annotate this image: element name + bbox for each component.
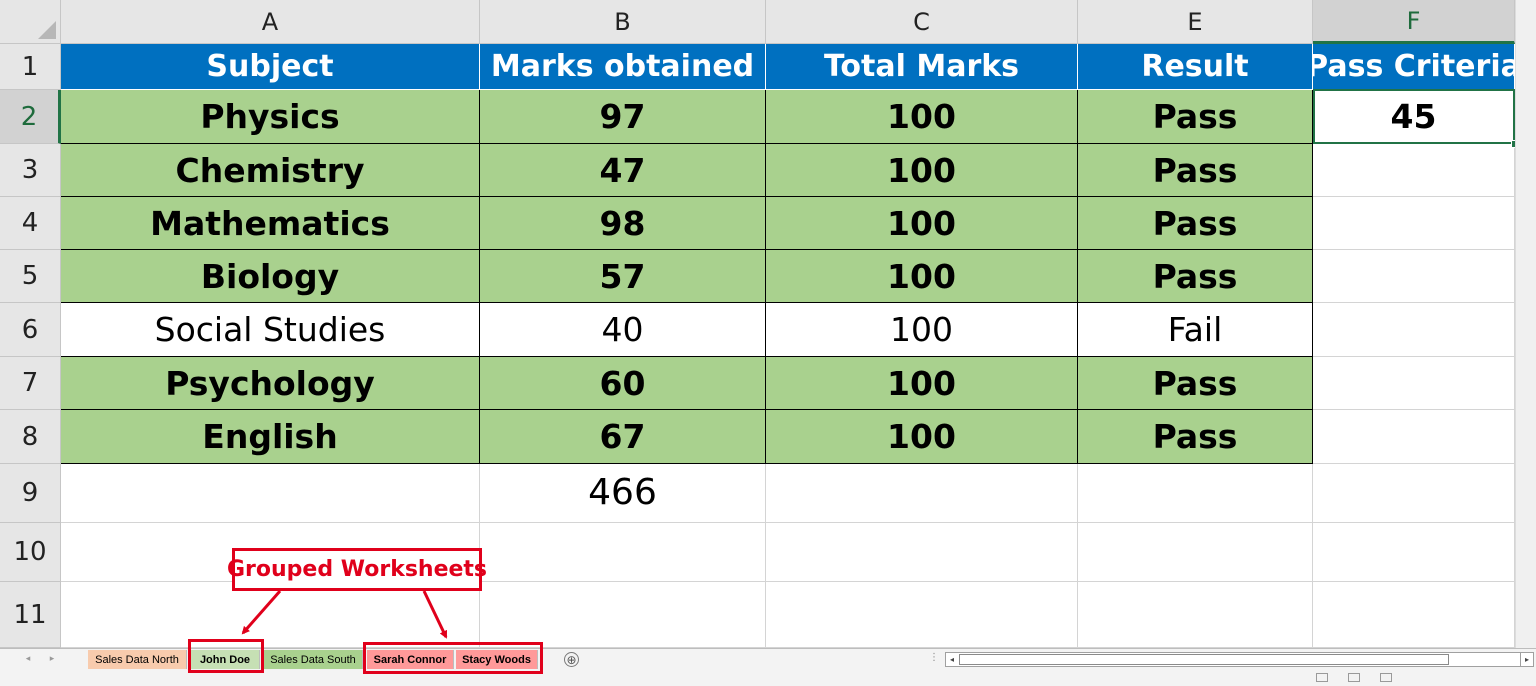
prev-sheet-icon[interactable]: ◂ — [20, 651, 36, 667]
row-header-6[interactable]: 6 — [0, 303, 61, 357]
cell-a3[interactable]: Chemistry — [61, 144, 480, 197]
cell-f4[interactable] — [1313, 197, 1515, 250]
cell-e4[interactable]: Pass — [1078, 197, 1313, 250]
cell-c5[interactable]: 100 — [766, 250, 1078, 303]
sheet-tab-sales-data-south[interactable]: Sales Data South — [264, 650, 363, 669]
cell-b6[interactable]: 40 — [480, 303, 766, 357]
cell-c6[interactable]: 100 — [766, 303, 1078, 357]
cell-b1-header-marks-obtained[interactable]: Marks obtained — [480, 44, 766, 90]
row-header-10[interactable]: 10 — [0, 523, 61, 582]
cell-f2-pass-criteria-value[interactable]: 45 — [1313, 90, 1515, 144]
cell-a4[interactable]: Mathematics — [61, 197, 480, 250]
cell-f3[interactable] — [1313, 144, 1515, 197]
cell-a6[interactable]: Social Studies — [61, 303, 480, 357]
cell-c1-header-total-marks[interactable]: Total Marks — [766, 44, 1078, 90]
row-header-8[interactable]: 8 — [0, 410, 61, 464]
cell-f8[interactable] — [1313, 410, 1515, 464]
cell-b10[interactable] — [480, 523, 766, 582]
column-header-c[interactable]: C — [766, 0, 1078, 44]
cell-a7[interactable]: Psychology — [61, 357, 480, 410]
cell-c3[interactable]: 100 — [766, 144, 1078, 197]
row-header-2[interactable]: 2 — [0, 90, 61, 144]
cell-e7[interactable]: Pass — [1078, 357, 1313, 410]
row-header-9[interactable]: 9 — [0, 464, 61, 523]
column-header-b[interactable]: B — [480, 0, 766, 44]
cell-f1-header-pass-criteria[interactable]: Pass Criteria — [1313, 44, 1515, 90]
cell-e5[interactable]: Pass — [1078, 250, 1313, 303]
cell-c2[interactable]: 100 — [766, 90, 1078, 144]
cell-e11[interactable] — [1078, 582, 1313, 648]
row-header-3[interactable]: 3 — [0, 144, 61, 197]
scroll-thumb[interactable] — [959, 654, 1449, 665]
normal-view-icon[interactable] — [1316, 673, 1328, 682]
cell-c4[interactable]: 100 — [766, 197, 1078, 250]
row-header-5[interactable]: 5 — [0, 250, 61, 303]
sheet-tab-sales-data-north[interactable]: Sales Data North — [88, 650, 187, 669]
cell-a8[interactable]: English — [61, 410, 480, 464]
scroll-right-icon[interactable]: ▸ — [1520, 653, 1533, 666]
row-header-7[interactable]: 7 — [0, 357, 61, 410]
cell-e10[interactable] — [1078, 523, 1313, 582]
cell-a2[interactable]: Physics — [61, 90, 480, 144]
cell-b2[interactable]: 97 — [480, 90, 766, 144]
cell-c9[interactable] — [766, 464, 1078, 523]
cell-c8[interactable]: 100 — [766, 410, 1078, 464]
column-header-a[interactable]: A — [61, 0, 480, 44]
row-header-1[interactable]: 1 — [0, 44, 61, 90]
select-all-corner[interactable] — [0, 0, 61, 44]
cell-e9[interactable] — [1078, 464, 1313, 523]
cell-c7[interactable]: 100 — [766, 357, 1078, 410]
cell-e8[interactable]: Pass — [1078, 410, 1313, 464]
next-sheet-icon[interactable]: ▸ — [44, 651, 60, 667]
annotation-box-grouped-tabs — [363, 642, 543, 674]
annotation-box-john-doe — [188, 639, 264, 673]
cell-a5[interactable]: Biology — [61, 250, 480, 303]
cell-b8[interactable]: 67 — [480, 410, 766, 464]
cell-c10[interactable] — [766, 523, 1078, 582]
select-all-triangle-icon — [38, 21, 56, 39]
cell-b5[interactable]: 57 — [480, 250, 766, 303]
page-layout-view-icon[interactable] — [1348, 673, 1360, 682]
cell-b4[interactable]: 98 — [480, 197, 766, 250]
row-header-4[interactable]: 4 — [0, 197, 61, 250]
spreadsheet-grid: A B C E F 1 2 3 4 5 6 7 8 9 10 11 Subjec… — [0, 0, 1536, 648]
cell-e2[interactable]: Pass — [1078, 90, 1313, 144]
scroll-left-icon[interactable]: ◂ — [946, 653, 958, 666]
horizontal-scrollbar[interactable]: ◂ ▸ — [945, 652, 1534, 667]
cell-f6[interactable] — [1313, 303, 1515, 357]
cell-b11[interactable] — [480, 582, 766, 648]
cell-f5[interactable] — [1313, 250, 1515, 303]
vertical-scrollbar[interactable] — [1515, 0, 1536, 648]
row-header-11[interactable]: 11 — [0, 582, 61, 648]
cell-b3[interactable]: 47 — [480, 144, 766, 197]
cell-f11[interactable] — [1313, 582, 1515, 648]
cell-f7[interactable] — [1313, 357, 1515, 410]
splitter-handle-icon[interactable]: ⋮ — [929, 652, 939, 663]
cell-e6[interactable]: Fail — [1078, 303, 1313, 357]
cell-a1-header-subject[interactable]: Subject — [61, 44, 480, 90]
cell-a11[interactable] — [61, 582, 480, 648]
cell-a9[interactable] — [61, 464, 480, 523]
cell-f9[interactable] — [1313, 464, 1515, 523]
annotation-label: Grouped Worksheets — [227, 548, 487, 591]
page-break-view-icon[interactable] — [1380, 673, 1392, 682]
cell-f10[interactable] — [1313, 523, 1515, 582]
cell-e3[interactable]: Pass — [1078, 144, 1313, 197]
add-sheet-icon[interactable]: ⊕ — [564, 652, 579, 667]
cell-b7[interactable]: 60 — [480, 357, 766, 410]
column-header-f[interactable]: F — [1313, 0, 1515, 44]
cell-c11[interactable] — [766, 582, 1078, 648]
cell-b9-sum[interactable]: 466 — [480, 464, 766, 523]
cell-e1-header-result[interactable]: Result — [1078, 44, 1313, 90]
column-header-e[interactable]: E — [1078, 0, 1313, 44]
